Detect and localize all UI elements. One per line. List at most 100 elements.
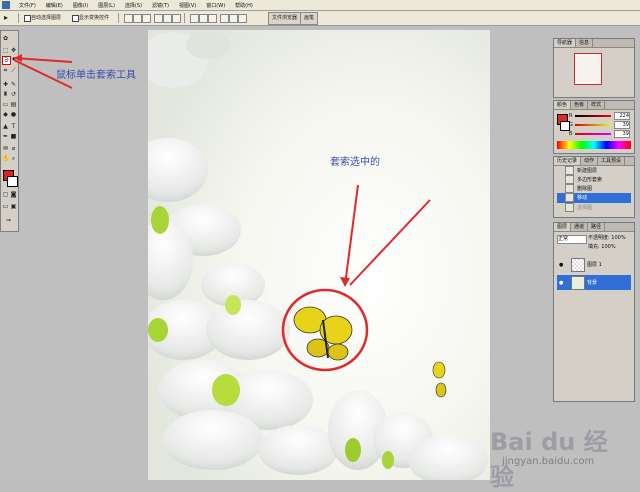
clone-stamp-tool-icon[interactable]: ♜ [2, 91, 9, 98]
brush-tool-icon[interactable]: ✎ [10, 81, 17, 88]
eyedropper-tool-icon[interactable]: ⌀ [10, 145, 17, 152]
tab-paths[interactable]: 路径 [588, 223, 606, 231]
marquee-tool-icon[interactable]: ⬚ [2, 47, 9, 54]
tab-swatches[interactable]: 色板 [571, 101, 589, 109]
menu-help[interactable]: 帮助(H) [230, 2, 258, 9]
navigator-thumbnail[interactable] [574, 53, 602, 85]
flower-photo [148, 30, 490, 480]
photoshop-app-icon [2, 1, 10, 9]
tab-file-browser[interactable]: 文件浏览器 [268, 12, 302, 25]
screen-mode-full-icon[interactable]: ▣ [10, 203, 17, 210]
channel-label: B [569, 131, 573, 137]
distribute-center-icon[interactable] [229, 14, 238, 23]
standard-mode-icon[interactable]: ▢ [2, 191, 9, 198]
align-center-icon[interactable] [163, 14, 172, 23]
layer-thumbnail [571, 258, 585, 272]
healing-brush-tool-icon[interactable]: ✚ [2, 81, 9, 88]
show-transform-checkbox[interactable] [72, 15, 79, 22]
tab-info[interactable]: 信息 [576, 39, 594, 47]
slider-blue[interactable]: B 39 [569, 130, 630, 138]
divider [184, 13, 185, 23]
layer-name: 图层 1 [587, 262, 602, 268]
blue-value-field[interactable]: 39 [614, 130, 630, 138]
align-bottom-icon[interactable] [142, 14, 151, 23]
red-value-field[interactable]: 224 [614, 112, 630, 120]
align-top-icon[interactable] [124, 14, 133, 23]
history-state-icon [565, 184, 574, 193]
history-item[interactable]: 选择图 [557, 203, 631, 213]
navigator-panel: 导航器 信息 [553, 38, 635, 98]
history-item-active[interactable]: 移动 [557, 193, 631, 203]
tab-navigator[interactable]: 导航器 [554, 39, 577, 47]
background-color-swatch[interactable] [7, 176, 18, 187]
shape-tool-icon[interactable]: ■ [10, 133, 17, 140]
menu-image[interactable]: 图像(I) [68, 2, 93, 9]
tab-history[interactable]: 历史记录 [554, 157, 582, 165]
toolbox: ✿ ⬚ ✥ ᘐ ✦ ⌗ ⟋ ✚ ✎ ♜ ↺ ▭ ▤ ◆ ● ▲ T ✒ ■ ✉ … [0, 30, 19, 232]
menu-select[interactable]: 选择(S) [120, 2, 147, 9]
history-item-label: 删除图 [577, 186, 593, 192]
distribute-left-icon[interactable] [220, 14, 229, 23]
visibility-eye-icon[interactable]: ● [559, 262, 563, 268]
document-canvas[interactable] [148, 30, 490, 480]
tab-styles[interactable]: 样式 [588, 101, 606, 109]
slider-red[interactable]: R 224 [569, 112, 630, 120]
distribute-middle-icon[interactable] [199, 14, 208, 23]
slider-green[interactable]: G 39 [569, 121, 630, 129]
magic-wand-tool-icon[interactable]: ✦ [10, 56, 17, 63]
zoom-tool-icon[interactable]: ⌕ [10, 155, 17, 162]
distribute-bottom-icon[interactable] [208, 14, 217, 23]
type-tool-icon[interactable]: T [10, 123, 17, 130]
crop-tool-icon[interactable]: ⌗ [2, 67, 9, 74]
red-track[interactable] [575, 115, 611, 117]
pen-tool-icon[interactable]: ✒ [2, 133, 9, 140]
dodge-tool-icon[interactable]: ● [10, 111, 17, 118]
tab-channels[interactable]: 通道 [571, 223, 589, 231]
jump-to-imageready-icon[interactable]: ⇒ [5, 217, 12, 224]
distribute-top-icon[interactable] [190, 14, 199, 23]
align-right-icon[interactable] [172, 14, 181, 23]
auto-select-layer-checkbox[interactable] [24, 15, 31, 22]
tab-layers[interactable]: 图层 [554, 223, 572, 231]
move-tool-icon[interactable]: ▸ [4, 14, 14, 22]
menu-edit[interactable]: 编辑(E) [41, 2, 68, 9]
hand-tool-icon[interactable]: ✋ [2, 155, 9, 162]
menu-layer[interactable]: 图层(L) [93, 2, 120, 9]
visibility-eye-icon[interactable]: ● [559, 280, 563, 286]
quick-mask-mode-icon[interactable]: ◙ [10, 191, 17, 198]
tab-color[interactable]: 颜色 [554, 101, 572, 109]
color-spectrum-bar[interactable] [557, 141, 631, 149]
path-selection-tool-icon[interactable]: ▲ [2, 123, 9, 130]
history-item-label: 新建图层 [577, 168, 598, 174]
opacity-field[interactable]: 不透明度: 100% [588, 235, 626, 242]
align-left-icon[interactable] [154, 14, 163, 23]
slice-tool-icon[interactable]: ⟋ [10, 67, 17, 74]
watermark-url: jingyan.baidu.com [502, 456, 595, 467]
layer-row[interactable]: ● 图层 1 [557, 257, 631, 272]
tool-hint-label: 鼠标单击套索工具 [56, 70, 136, 81]
gradient-tool-icon[interactable]: ▤ [10, 101, 17, 108]
blue-track[interactable] [575, 133, 611, 135]
history-item-label: 多边形套索 [577, 177, 603, 183]
align-middle-icon[interactable] [133, 14, 142, 23]
menu-file[interactable]: 文件(F) [14, 2, 41, 9]
green-track[interactable] [575, 124, 611, 126]
green-value-field[interactable]: 39 [614, 121, 630, 129]
eraser-tool-icon[interactable]: ▭ [2, 101, 9, 108]
blur-tool-icon[interactable]: ◆ [2, 111, 9, 118]
menu-filter[interactable]: 滤镜(T) [147, 2, 174, 9]
layer-row-active[interactable]: ● 背景 [557, 275, 631, 290]
screen-mode-standard-icon[interactable]: ▭ [2, 203, 9, 210]
history-brush-tool-icon[interactable]: ↺ [10, 91, 17, 98]
notes-tool-icon[interactable]: ✉ [2, 145, 9, 152]
tab-tool-presets[interactable]: 工具预设 [598, 157, 626, 165]
tab-actions[interactable]: 动作 [581, 157, 599, 165]
fill-field[interactable]: 填充: 100% [588, 244, 616, 251]
distribute-right-icon[interactable] [238, 14, 247, 23]
blend-mode-select[interactable]: 正常 [557, 235, 587, 244]
move-tool-icon[interactable]: ✥ [10, 47, 17, 54]
menu-view[interactable]: 视图(V) [174, 2, 201, 9]
tab-brushes[interactable]: 画笔 [300, 12, 319, 25]
menu-window[interactable]: 窗口(W) [201, 2, 230, 9]
history-state-icon [565, 203, 574, 212]
